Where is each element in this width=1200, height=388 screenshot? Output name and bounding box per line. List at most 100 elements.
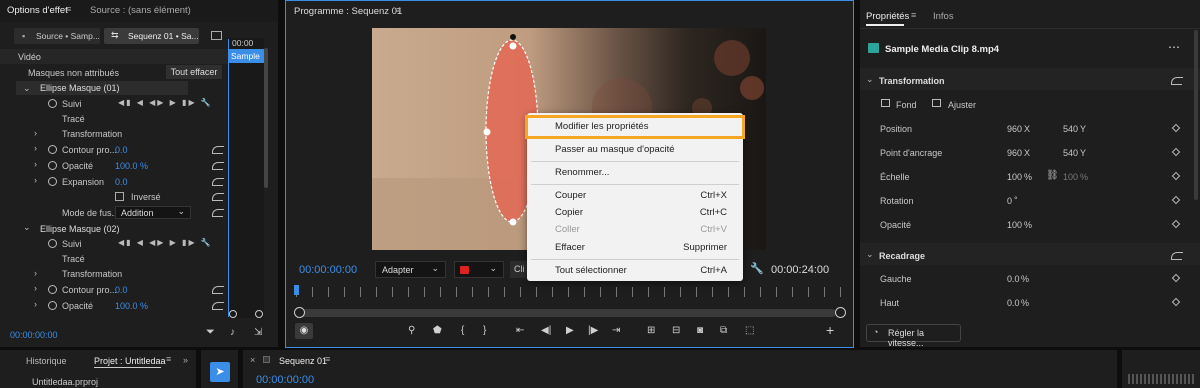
opacity-reset-icon[interactable]: [212, 162, 224, 170]
position-keyframe-icon[interactable]: [1171, 123, 1181, 133]
anchor-x-value[interactable]: 960: [1007, 148, 1022, 158]
scale-value-2[interactable]: 100: [1063, 172, 1078, 182]
left-crop-value[interactable]: 0.0: [1007, 274, 1020, 284]
sequence-timecode[interactable]: 00:00:00:00: [256, 374, 314, 386]
program-timecode[interactable]: 00:00:00:00: [299, 264, 357, 276]
fit-label[interactable]: Ajuster: [948, 100, 976, 110]
mask1-chevron-icon[interactable]: ⌄: [23, 83, 31, 94]
lift-icon[interactable]: ⊞: [647, 325, 655, 336]
step-forward-icon[interactable]: |▶: [588, 325, 598, 336]
expansion-chevron-icon[interactable]: ›: [34, 175, 37, 185]
mask2-chevron-icon[interactable]: ⌄: [23, 222, 31, 233]
mini-clip[interactable]: Sample I: [229, 49, 264, 63]
opacity-value[interactable]: 100: [1007, 220, 1022, 230]
anchor-y-value[interactable]: 540: [1063, 148, 1078, 158]
wrench-icon[interactable]: 🔧: [750, 262, 764, 275]
menu-item-select-all[interactable]: Tout sélectionner Ctrl+A: [527, 261, 743, 281]
scrub-handle-left[interactable]: [294, 307, 305, 318]
tab-project[interactable]: Projet : Untitledaa: [94, 356, 166, 366]
program-menu-icon[interactable]: ≡: [396, 5, 401, 15]
selection-tool-icon[interactable]: ➤: [210, 362, 230, 382]
mask2-opacity-stopwatch-icon[interactable]: [48, 301, 57, 310]
properties-menu-icon[interactable]: ≡: [911, 10, 916, 20]
export-icon[interactable]: ⇲: [254, 327, 262, 338]
effects-timecode[interactable]: 00:00:00:00: [10, 330, 58, 340]
scale-keyframe-icon[interactable]: [1171, 171, 1181, 181]
rotation-keyframe-icon[interactable]: [1171, 195, 1181, 205]
expansion-value[interactable]: 0.0: [115, 177, 128, 187]
transform-chevron-icon[interactable]: ⌄: [866, 74, 874, 85]
zoom-handle-left[interactable]: [229, 310, 237, 318]
step-back-icon[interactable]: ◀|: [541, 325, 551, 336]
project-file[interactable]: Untitledaa.prproj: [32, 377, 98, 387]
tab-menu-icon[interactable]: ≡: [66, 4, 71, 14]
mask2-opacity-reset-icon[interactable]: [212, 302, 224, 310]
filter-icon[interactable]: ⏷: [206, 326, 215, 339]
rotation-value[interactable]: 0: [1007, 196, 1012, 206]
scrub-handle-right[interactable]: [835, 307, 846, 318]
opacity-stopwatch-icon[interactable]: [48, 161, 57, 170]
menu-item-opacity-mask[interactable]: Passer au masque d'opacité: [527, 140, 743, 160]
opacity-chevron-icon[interactable]: ›: [34, 159, 37, 169]
clear-all-button[interactable]: Tout effacer: [166, 65, 222, 79]
background-icon[interactable]: [881, 99, 890, 107]
sequence-menu-icon[interactable]: ≡: [325, 354, 330, 364]
go-to-out-icon[interactable]: ⇥: [612, 325, 620, 336]
background-label[interactable]: Fond: [896, 100, 917, 110]
mask2-transform-chevron-icon[interactable]: ›: [34, 268, 37, 278]
scale-value[interactable]: 100: [1007, 172, 1022, 182]
contour-chevron-icon[interactable]: ›: [34, 143, 37, 153]
mask2-contour-chevron-icon[interactable]: ›: [34, 283, 37, 293]
crop-reset-icon[interactable]: [1171, 252, 1183, 260]
tab-history[interactable]: Historique: [26, 356, 67, 366]
blend-reset-icon[interactable]: [212, 209, 224, 217]
playhead-marker[interactable]: [294, 285, 299, 295]
opacity-keyframe-icon[interactable]: [1171, 219, 1181, 229]
extract-icon[interactable]: ⊟: [672, 325, 680, 336]
expansion-stopwatch-icon[interactable]: [48, 177, 57, 186]
time-ruler[interactable]: [296, 287, 846, 297]
inverted-checkbox[interactable]: [115, 192, 124, 201]
mask2-contour-reset-icon[interactable]: [212, 286, 224, 294]
mask2-track-controls-icon[interactable]: ◀▮ ◀ ◀▶ ▶ ▮▶ 🔧: [118, 238, 213, 247]
overflow-icon[interactable]: »: [183, 355, 188, 365]
top-crop-keyframe-icon[interactable]: [1171, 297, 1181, 307]
audio-icon[interactable]: ♪: [230, 327, 235, 338]
track-controls-icon[interactable]: ◀▮ ◀ ◀▶ ▶ ▮▶ 🔧: [118, 98, 213, 107]
out-point-icon[interactable]: }: [483, 325, 486, 336]
mask2-opacity-chevron-icon[interactable]: ›: [34, 299, 37, 309]
tab-info[interactable]: Infos: [933, 11, 954, 22]
compare-icon[interactable]: ⧉: [720, 325, 727, 336]
expansion-reset-icon[interactable]: [212, 178, 224, 186]
properties-scrollbar[interactable]: [1194, 30, 1198, 200]
fit-select[interactable]: Adapter ⌄: [375, 261, 446, 278]
mask2-contour-stopwatch-icon[interactable]: [48, 285, 57, 294]
panel-toggle-icon[interactable]: [211, 31, 222, 40]
sequence-tab[interactable]: Sequenz 01: [279, 356, 327, 366]
menu-item-rename[interactable]: Renommer...: [527, 163, 743, 183]
playhead[interactable]: [228, 39, 229, 317]
scrub-bar[interactable]: [298, 309, 836, 317]
more-options-icon[interactable]: ⋯: [1168, 40, 1180, 54]
mask2-opacity-value[interactable]: 100.0 %: [115, 301, 148, 311]
stopwatch-icon[interactable]: [48, 99, 57, 108]
magnify-icon[interactable]: ⚲: [408, 325, 415, 336]
mask2-contour-value[interactable]: 0.0: [115, 285, 128, 295]
transform-reset-icon[interactable]: [1171, 77, 1183, 85]
go-to-in-icon[interactable]: ⇤: [516, 325, 524, 336]
position-y-value[interactable]: 540: [1063, 124, 1078, 134]
scrollbar[interactable]: [264, 48, 268, 188]
contour-value[interactable]: 0.0: [115, 145, 128, 155]
tab-source[interactable]: Source : (sans élément): [90, 5, 191, 16]
contour-reset-icon[interactable]: [212, 146, 224, 154]
menu-item-modify-properties[interactable]: Modifier les propriétés: [527, 117, 743, 137]
inverted-reset-icon[interactable]: [212, 193, 224, 201]
contour-stopwatch-icon[interactable]: [48, 145, 57, 154]
project-menu-icon[interactable]: ≡: [166, 354, 171, 364]
anchor-keyframe-icon[interactable]: [1171, 147, 1181, 157]
blend-mode-select[interactable]: Addition ⌄: [115, 206, 191, 219]
camera-icon[interactable]: ◉: [295, 323, 313, 339]
tab-properties[interactable]: Propriétés: [866, 11, 909, 22]
transform-chevron-icon[interactable]: ›: [34, 128, 37, 138]
in-point-icon[interactable]: {: [461, 325, 464, 336]
